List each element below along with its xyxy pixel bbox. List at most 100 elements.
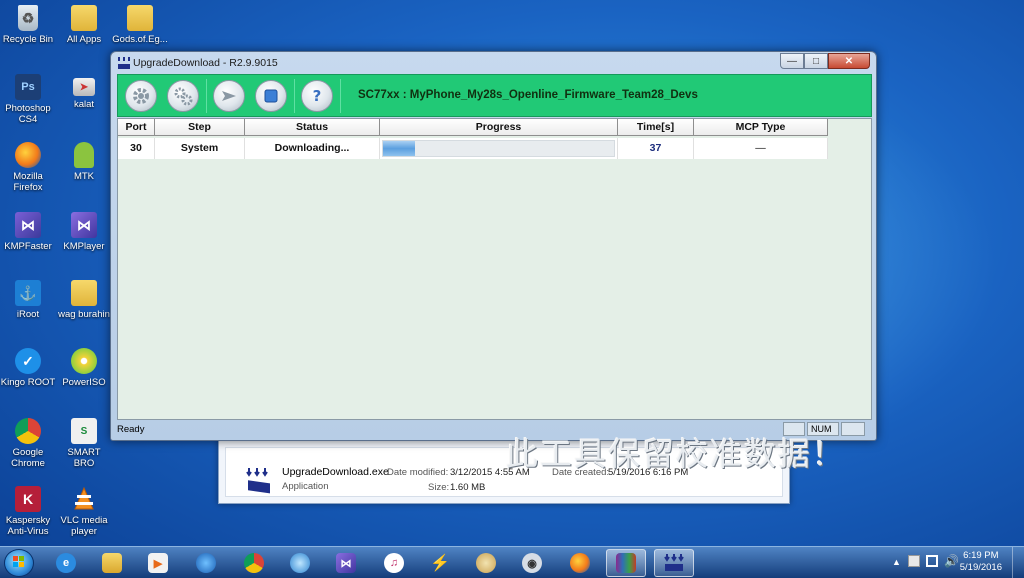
column-header-mcp-type[interactable]: MCP Type <box>694 119 828 136</box>
desktop-icon-label: PowerISO <box>62 377 106 388</box>
start-download-button[interactable] <box>213 80 245 112</box>
table-header: Port Step Status Progress Time[s] MCP Ty… <box>118 119 828 136</box>
settings-button[interactable] <box>125 80 157 112</box>
column-header-port[interactable]: Port <box>118 119 155 136</box>
column-header-status[interactable]: Status <box>245 119 380 136</box>
taskbar-itunes[interactable]: ♫ <box>374 549 414 577</box>
folder-icon <box>71 280 97 306</box>
advanced-settings-button[interactable] <box>167 80 199 112</box>
desktop-icon-label: KMPFaster <box>4 241 52 252</box>
taskbar-media-player[interactable]: ▶ <box>138 549 178 577</box>
status-ready: Ready <box>117 424 145 435</box>
desktop-icon-label: wag burahin <box>58 309 110 320</box>
desktop-icon-gods-of-egypt[interactable]: Gods.of.Eg... <box>112 5 168 45</box>
size-label: Size: <box>428 482 450 493</box>
chrome-icon <box>15 418 41 444</box>
column-header-time[interactable]: Time[s] <box>618 119 694 136</box>
taskbar-camera[interactable]: ◉ <box>512 549 552 577</box>
port-list[interactable]: Port Step Status Progress Time[s] MCP Ty… <box>117 118 872 473</box>
volume-icon[interactable]: 🔊 <box>944 554 959 568</box>
taskbar-upgradedownload[interactable] <box>654 549 694 577</box>
window-controls: — □ ✕ <box>780 53 870 69</box>
desktop-icon-recycle-bin[interactable]: ♻ Recycle Bin <box>0 5 56 45</box>
desktop-icon-poweriso[interactable]: PowerISO <box>56 348 112 388</box>
taskbar-ie-alt[interactable] <box>280 549 320 577</box>
desktop-icon-all-apps[interactable]: All Apps <box>56 5 112 45</box>
show-hidden-icons-icon[interactable]: ▲ <box>892 557 901 567</box>
clock-time: 6:19 PM <box>963 550 999 561</box>
taskbar-winrar[interactable] <box>606 549 646 577</box>
taskbar-paint[interactable] <box>466 549 506 577</box>
show-desktop-button[interactable] <box>1012 547 1024 578</box>
desktop-icon-label: All Apps <box>66 34 102 45</box>
globe-icon <box>196 553 216 573</box>
desktop-icon-kmplayer[interactable]: ⋈ KMPlayer <box>56 212 112 252</box>
taskbar-flash[interactable]: ⚡ <box>420 549 460 577</box>
desktop-icon-vlc[interactable]: VLC media player <box>56 486 112 537</box>
taskbar-globe[interactable] <box>186 549 226 577</box>
settings-icon <box>133 88 149 104</box>
file-name[interactable]: UpgradeDownload.exe <box>282 466 389 478</box>
start-button[interactable] <box>4 549 34 577</box>
desktop-icon-smart-bro[interactable]: S SMART BRO <box>56 418 112 469</box>
stop-icon <box>264 89 278 103</box>
desktop-icon-label: KMPlayer <box>63 241 105 252</box>
status-bar: Ready NUM <box>117 422 872 437</box>
title-bar[interactable]: UpgradeDownload - R2.9.9015 — □ ✕ <box>111 52 876 74</box>
desktop-icon-label: Kaspersky Anti-Virus <box>5 515 51 537</box>
desktop-icon-label: Recycle Bin <box>2 34 54 45</box>
file-type: Application <box>282 481 329 492</box>
column-header-step[interactable]: Step <box>155 119 245 136</box>
column-header-progress[interactable]: Progress <box>380 119 618 136</box>
taskbar-chrome[interactable] <box>234 549 274 577</box>
cell-progress <box>380 138 618 159</box>
explorer-icon <box>102 553 122 573</box>
minimize-button[interactable]: — <box>780 53 804 69</box>
taskbar-explorer[interactable] <box>92 549 132 577</box>
desktop-icon-firefox[interactable]: Mozilla Firefox <box>0 142 56 193</box>
kmp-icon: ⋈ <box>15 212 41 238</box>
desktop-icon-label: Gods.of.Eg... <box>112 34 168 45</box>
cell-time: 37 <box>618 138 694 159</box>
desktop-icon-kaspersky[interactable]: K Kaspersky Anti-Virus <box>0 486 56 537</box>
clock[interactable]: 6:19 PM 5/19/2016 <box>960 550 1002 574</box>
desktop-icon-label: iRoot <box>16 309 40 320</box>
desktop-icon-label: MTK <box>73 171 95 182</box>
table-row[interactable]: 30 System Downloading... 37 — <box>118 138 828 159</box>
paint-icon <box>476 553 496 573</box>
desktop-icon-label: VLC media player <box>60 515 108 537</box>
network-icon[interactable] <box>926 555 938 567</box>
taskbar-firefox[interactable] <box>560 549 600 577</box>
desktop-icon-google-chrome[interactable]: Google Chrome <box>0 418 56 469</box>
camera-icon: ◉ <box>522 553 542 573</box>
desktop-icon-photoshop[interactable]: Ps Photoshop CS4 <box>0 74 56 125</box>
upgrade-download-window[interactable]: UpgradeDownload - R2.9.9015 — □ ✕ ? SC77… <box>110 51 877 473</box>
maximize-button[interactable]: □ <box>804 53 828 69</box>
help-button[interactable]: ? <box>301 80 333 112</box>
desktop-icon-kingo-root[interactable]: ✓ Kingo ROOT <box>0 348 56 388</box>
shortcut-icon: ➤ <box>73 78 95 96</box>
progress-bar-fill <box>383 141 416 156</box>
desktop-icon-iroot[interactable]: ⚓ iRoot <box>0 280 56 320</box>
desktop-icon-kmpfaster[interactable]: ⋈ KMPFaster <box>0 212 56 252</box>
app-icon <box>117 56 131 70</box>
date-modified-label: Date modified: <box>387 467 449 478</box>
desktop-icon-mtk[interactable]: MTK <box>56 142 112 182</box>
progress-bar <box>382 140 615 157</box>
kaspersky-icon: K <box>15 486 41 512</box>
taskbar-kmplayer[interactable]: ⋈ <box>326 549 366 577</box>
kmplayer-icon: ⋈ <box>336 553 356 573</box>
firmware-title: SC77xx : MyPhone_My28s_Openline_Firmware… <box>358 89 698 101</box>
close-button[interactable]: ✕ <box>828 53 870 69</box>
firefox-icon <box>570 553 590 573</box>
iroot-icon: ⚓ <box>15 280 41 306</box>
action-center-icon[interactable] <box>908 555 920 567</box>
taskbar-ie[interactable]: e <box>46 549 86 577</box>
flash-icon: ⚡ <box>430 555 450 572</box>
desktop-icon-kalat[interactable]: ➤ kalat <box>56 78 112 110</box>
toolbar-separator <box>294 79 295 113</box>
desktop-icon-label: kalat <box>73 99 95 110</box>
toolbar-separator <box>340 79 341 113</box>
stop-button[interactable] <box>255 80 287 112</box>
desktop-icon-wag-burahin[interactable]: wag burahin <box>56 280 112 320</box>
